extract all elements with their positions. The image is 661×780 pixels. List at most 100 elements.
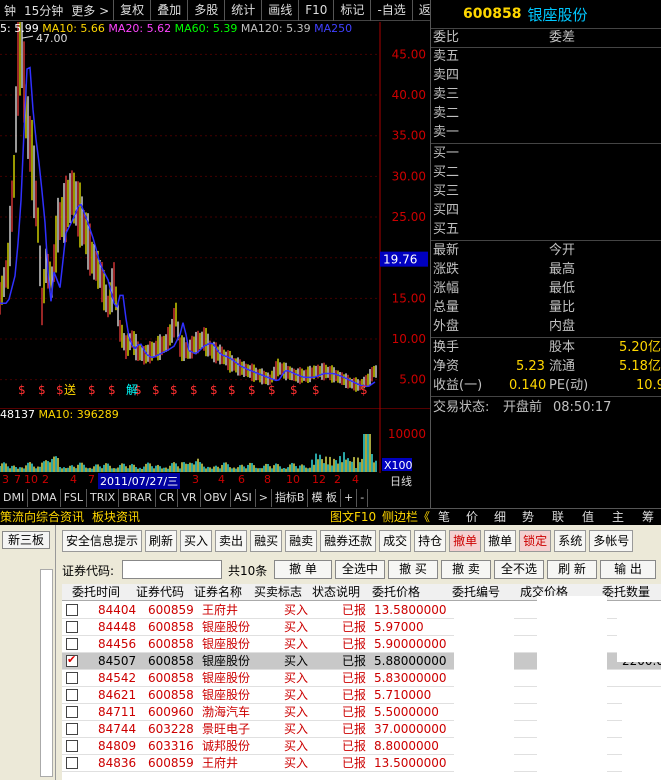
column-header: 委托数量	[602, 585, 651, 599]
deselect-all-button[interactable]: 全不选	[494, 560, 544, 579]
row-checkbox[interactable]	[66, 740, 78, 752]
redaction-mask	[617, 602, 661, 662]
row-checkbox[interactable]	[66, 723, 78, 735]
sidebar-toggle[interactable]: 侧边栏《	[382, 509, 430, 525]
toolbar-button-6[interactable]: 融券还款	[320, 530, 377, 552]
cell-code: 603228	[148, 722, 194, 736]
left-scrollbar[interactable]	[40, 569, 53, 777]
indicator-tab-fsl[interactable]: FSL	[61, 489, 87, 507]
cell-status: 已报	[342, 671, 367, 685]
cell-price: 5.88000000	[374, 654, 447, 668]
info-tab-news[interactable]: 综合资讯	[36, 509, 84, 525]
indicator-tab-asi[interactable]: ASI	[231, 489, 256, 507]
count-label: 共10条	[228, 564, 268, 578]
export-button[interactable]: 输 出	[600, 560, 656, 579]
indicator-tab-vr[interactable]: VR	[178, 489, 201, 507]
indicator-tab-dmi[interactable]: DMI	[0, 489, 29, 507]
toolbar-button-8[interactable]: 持仓	[414, 530, 447, 552]
cell-price: 5.710000	[374, 688, 432, 702]
cell-price: 5.83000000	[374, 671, 447, 685]
cell-status: 已报	[342, 620, 367, 634]
x-tick-label: 7	[88, 473, 95, 486]
side-tab-jia[interactable]: 价	[466, 509, 478, 525]
row-checkbox[interactable]	[66, 653, 78, 667]
cancel-buy-button[interactable]: 撤 买	[388, 560, 438, 579]
sell-level-row: 卖三	[431, 86, 661, 104]
toolbar-button-1[interactable]: 刷新	[145, 530, 178, 552]
select-all-button[interactable]: 全选中	[335, 560, 385, 579]
toolbar-button-9[interactable]: 撤单	[449, 530, 482, 552]
cell-time: 84744	[98, 722, 137, 736]
toolbar-button-0[interactable]: 安全信息提示	[62, 530, 143, 552]
side-tab-lian[interactable]: 联	[552, 509, 564, 525]
toolbar-button-7[interactable]: 成交	[379, 530, 412, 552]
indicator-tab-模板[interactable]: 模 板	[308, 489, 341, 507]
toolbar-button-10[interactable]: 撤单	[484, 530, 517, 552]
multi-stock-button[interactable]: 多股	[187, 0, 224, 21]
wb-label: 委比	[433, 30, 460, 45]
indicator-tab->[interactable]: >	[256, 489, 272, 507]
indicator-tab-cr[interactable]: CR	[156, 489, 179, 507]
cell-code: 600858	[148, 654, 194, 668]
nav-label: 净资	[433, 359, 460, 374]
dividend-marker: $	[248, 383, 256, 397]
info-tab-flow[interactable]: 策流向	[0, 509, 36, 525]
indicator-tab-+[interactable]: +	[341, 489, 358, 507]
row-checkbox[interactable]	[66, 638, 78, 650]
toolbar-button-4[interactable]: 融买	[250, 530, 283, 552]
refresh-button[interactable]: 刷 新	[547, 560, 597, 579]
indicator-tab--[interactable]: -	[357, 489, 369, 507]
fuquan-button[interactable]: 复权	[113, 0, 150, 21]
code-input[interactable]	[122, 560, 222, 579]
toolbar-button-12[interactable]: 系统	[554, 530, 587, 552]
wc-label: 委差	[549, 30, 576, 45]
indicator-tab-指标b[interactable]: 指标B	[272, 489, 309, 507]
x-tick-label: 2	[42, 473, 49, 486]
order-left-panel: 新三板	[0, 525, 56, 780]
period-selector[interactable]: 15分钟	[20, 2, 67, 19]
toolbar-button-5[interactable]: 融卖	[285, 530, 318, 552]
kline-chart[interactable]: 5.0010.0015.0020.0025.0030.0035.0040.004…	[0, 22, 430, 410]
cell-name: 银座股份	[202, 637, 251, 651]
neeq-button[interactable]: 新三板	[2, 531, 50, 549]
row-checkbox[interactable]	[66, 604, 78, 616]
indicator-tab-trix[interactable]: TRIX	[87, 489, 120, 507]
f10-button[interactable]: F10	[298, 0, 333, 21]
outer-label: 外盘	[433, 319, 460, 334]
row-checkbox[interactable]	[66, 706, 78, 718]
indicator-tab-dma[interactable]: DMA	[28, 489, 61, 507]
open-label: 今开	[549, 243, 576, 258]
side-tab-shi[interactable]: 势	[522, 509, 534, 525]
side-tab-chou[interactable]: 筹	[642, 509, 654, 525]
toolbar-button-3[interactable]: 卖出	[215, 530, 248, 552]
indicator-tab-brar[interactable]: BRAR	[119, 489, 157, 507]
dividend-marker: $	[56, 383, 64, 397]
toolbar-button-13[interactable]: 多帐号	[589, 530, 634, 552]
daily-toggle[interactable]: 日线	[390, 473, 412, 489]
row-checkbox[interactable]	[66, 672, 78, 684]
stats-button[interactable]: 统计	[224, 0, 261, 21]
draw-line-button[interactable]: 画线	[261, 0, 298, 21]
status-label: 交易状态:	[433, 400, 490, 415]
side-tab-zhu[interactable]: 主	[612, 509, 624, 525]
overlay-button[interactable]: 叠加	[150, 0, 187, 21]
more-menu[interactable]: 更多 >	[67, 2, 113, 19]
indicator-tab-obv[interactable]: OBV	[201, 489, 231, 507]
row-checkbox[interactable]	[66, 621, 78, 633]
side-tab-zhi[interactable]: 值	[582, 509, 594, 525]
cell-side: 买入	[284, 722, 309, 736]
row-checkbox[interactable]	[66, 757, 78, 769]
mark-button[interactable]: 标记	[333, 0, 370, 21]
toolbar-button-2[interactable]: 买入	[180, 530, 213, 552]
volume-label: 总量	[433, 300, 460, 315]
row-checkbox[interactable]	[66, 689, 78, 701]
info-tab-sector[interactable]: 板块资讯	[92, 509, 140, 525]
cancel-sell-button[interactable]: 撤 卖	[441, 560, 491, 579]
remove-watchlist-button[interactable]: -自选	[370, 0, 411, 21]
cancel-order-button[interactable]: 撤 单	[274, 560, 332, 579]
side-tab-xi[interactable]: 细	[494, 509, 506, 525]
chart-toolbar: 钟 15分钟 更多 > 复权 叠加 多股 统计 画线 F10 标记 -自选 返回	[0, 0, 443, 21]
side-tab-bi[interactable]: 笔	[438, 509, 450, 525]
toolbar-button-11[interactable]: 锁定	[519, 530, 552, 552]
info-tab-f10[interactable]: 图文F10	[330, 509, 376, 525]
